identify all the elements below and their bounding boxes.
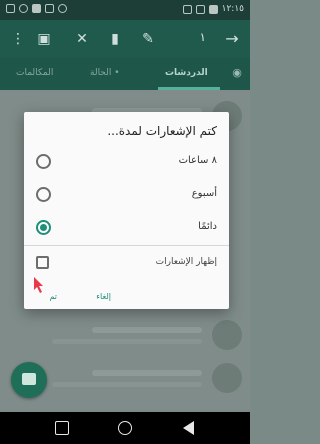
list-item-preview xyxy=(52,339,202,344)
chat-icon xyxy=(22,373,36,385)
option-label: دائمًا xyxy=(198,221,217,232)
image-icon xyxy=(32,4,41,13)
list-item-title xyxy=(92,370,202,376)
option-label: أسبوع xyxy=(191,188,217,199)
ok-button[interactable]: تم xyxy=(49,292,57,301)
notification-icon xyxy=(58,4,67,13)
more-icon[interactable]: ⋮ xyxy=(8,29,28,49)
home-icon[interactable] xyxy=(118,421,132,435)
status-left-icons xyxy=(6,4,67,13)
status-bar: ١٢:١٥ xyxy=(0,0,250,20)
mute-icon[interactable]: ✕ xyxy=(72,29,92,49)
option-label: ٨ ساعات xyxy=(178,155,217,166)
image-icon xyxy=(45,4,54,13)
status-right: ١٢:١٥ xyxy=(182,4,244,14)
option-always[interactable]: دائمًا xyxy=(36,215,217,243)
tab-bar: المكالمات الحالة • الدردشات ◉ xyxy=(0,58,250,90)
new-chat-button[interactable] xyxy=(11,362,47,398)
radio-8-hours[interactable] xyxy=(36,154,51,169)
list-item-preview xyxy=(52,382,202,387)
radio-always[interactable] xyxy=(36,220,51,235)
cancel-button[interactable]: إلغاء xyxy=(96,292,111,301)
system-nav-bar xyxy=(0,412,250,444)
dialog-title: كتم الإشعارات لمدة... xyxy=(107,124,217,138)
delete-icon[interactable]: ▮ xyxy=(105,29,125,49)
tab-chats[interactable]: الدردشات xyxy=(165,68,208,78)
back-icon[interactable] xyxy=(183,421,194,435)
wifi-icon xyxy=(182,4,192,14)
mute-notifications-dialog: كتم الإشعارات لمدة... ٨ ساعات أسبوع دائم… xyxy=(24,112,229,309)
divider xyxy=(24,245,229,246)
show-notifications-label: إظهار الإشعارات xyxy=(155,257,217,267)
whatsapp-icon xyxy=(19,4,28,13)
list-item[interactable] xyxy=(0,315,250,355)
tab-status[interactable]: الحالة • xyxy=(90,68,120,78)
avatar xyxy=(212,363,242,393)
selected-count: ١ xyxy=(199,30,206,44)
show-notifications-row[interactable]: إظهار الإشعارات xyxy=(36,255,217,273)
tab-calls[interactable]: المكالمات xyxy=(16,68,53,78)
archive-icon[interactable]: ▣ xyxy=(34,29,54,49)
action-toolbar: ⋮ ▣ ✕ ▮ ✎ ١ → xyxy=(0,20,250,58)
radio-1-week[interactable] xyxy=(36,187,51,202)
status-time: ١٢:١٥ xyxy=(221,4,244,14)
option-8-hours[interactable]: ٨ ساعات xyxy=(36,149,217,177)
signal-icon xyxy=(195,4,205,14)
pointer-arrow-icon xyxy=(34,277,43,293)
option-1-week[interactable]: أسبوع xyxy=(36,182,217,210)
show-notifications-checkbox[interactable] xyxy=(36,256,49,269)
notification-icon xyxy=(6,4,15,13)
recents-icon[interactable] xyxy=(55,421,69,435)
battery-icon xyxy=(208,4,218,14)
camera-icon[interactable]: ◉ xyxy=(230,66,244,80)
list-item-title xyxy=(92,327,202,333)
back-arrow-icon[interactable]: → xyxy=(222,29,242,49)
pin-icon[interactable]: ✎ xyxy=(138,29,158,49)
avatar xyxy=(212,320,242,350)
